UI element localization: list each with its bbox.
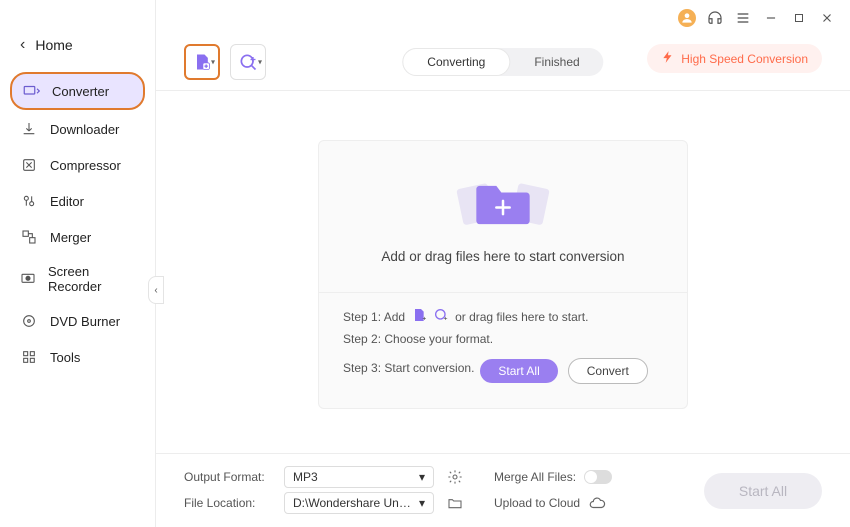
sidebar-item-tools[interactable]: Tools (10, 340, 145, 374)
sidebar: ‹ Home Converter Downloader Compressor E… (0, 0, 156, 527)
sidebar-item-screen-recorder[interactable]: Screen Recorder (10, 256, 145, 302)
toolbar-divider (156, 90, 850, 91)
settings-gear-icon[interactable] (446, 468, 464, 486)
sidebar-item-label: DVD Burner (50, 314, 120, 329)
dropzone-area[interactable]: Add or drag files here to start conversi… (319, 141, 687, 292)
caret-down-icon: ▾ (258, 58, 262, 67)
home-button[interactable]: ‹ Home (0, 28, 155, 72)
cloud-icon[interactable] (588, 494, 606, 512)
main-panel: ▾ ▾ Converting Finished High Speed Conve… (156, 0, 850, 527)
sidebar-item-converter[interactable]: Converter (10, 72, 145, 110)
downloader-icon (20, 120, 38, 138)
caret-down-icon: ▾ (419, 496, 425, 510)
svg-text:+: + (444, 315, 448, 322)
dropzone-message: Add or drag files here to start conversi… (339, 249, 667, 264)
caret-down-icon: ▾ (211, 58, 215, 67)
sidebar-item-editor[interactable]: Editor (10, 184, 145, 218)
sidebar-item-label: Compressor (50, 158, 121, 173)
open-folder-icon[interactable] (446, 494, 464, 512)
toolbar: ▾ ▾ Converting Finished High Speed Conve… (184, 40, 822, 84)
tools-icon (20, 348, 38, 366)
dvd-burner-icon (20, 312, 38, 330)
lightning-icon (661, 50, 675, 67)
high-speed-conversion-button[interactable]: High Speed Conversion (647, 44, 822, 73)
tab-finished[interactable]: Finished (510, 48, 603, 76)
step-1: Step 1: Add + + or drag files here to st… (343, 307, 663, 326)
add-url-button[interactable]: ▾ (230, 44, 266, 80)
dropzone-steps: Step 1: Add + + or drag files here to st… (319, 292, 687, 408)
converter-icon (22, 82, 40, 100)
folder-plus-icon (453, 165, 553, 235)
home-label: Home (35, 37, 72, 53)
sidebar-item-label: Downloader (50, 122, 119, 137)
output-format-select[interactable]: MP3 ▾ (284, 466, 434, 488)
status-segmented: Converting Finished (402, 48, 603, 76)
add-url-mini-icon: + (433, 307, 449, 326)
dropzone[interactable]: Add or drag files here to start conversi… (318, 140, 688, 409)
nav-list: Converter Downloader Compressor Editor M… (0, 72, 155, 374)
merge-all-label: Merge All Files: (494, 470, 576, 484)
merger-icon (20, 228, 38, 246)
svg-text:+: + (422, 315, 426, 322)
step-3: Step 3: Start conversion. Start All Conv… (343, 352, 663, 384)
chevron-left-icon: ‹ (20, 36, 25, 54)
compressor-icon (20, 156, 38, 174)
sidebar-item-dvd-burner[interactable]: DVD Burner (10, 304, 145, 338)
sidebar-item-label: Merger (50, 230, 91, 245)
sidebar-item-label: Editor (50, 194, 84, 209)
file-location-label: File Location: (184, 496, 272, 510)
tab-converting[interactable]: Converting (402, 48, 510, 76)
screen-recorder-icon (20, 270, 36, 288)
convert-button[interactable]: Convert (568, 358, 648, 384)
sidebar-item-compressor[interactable]: Compressor (10, 148, 145, 182)
file-location-select[interactable]: D:\Wondershare UniConverter 1 ▾ (284, 492, 434, 514)
sidebar-collapse-handle[interactable]: ‹ (148, 276, 164, 304)
merge-all-toggle[interactable] (584, 470, 612, 484)
high-speed-label: High Speed Conversion (681, 52, 808, 66)
sidebar-item-downloader[interactable]: Downloader (10, 112, 145, 146)
start-all-main-button[interactable]: Start All (704, 473, 822, 509)
add-file-button[interactable]: ▾ (184, 44, 220, 80)
start-all-button[interactable]: Start All (480, 359, 557, 383)
output-format-label: Output Format: (184, 470, 272, 484)
sidebar-item-label: Converter (52, 84, 109, 99)
bottom-bar: Output Format: MP3 ▾ Merge All Files: Fi… (156, 453, 850, 527)
caret-down-icon: ▾ (419, 470, 425, 484)
editor-icon (20, 192, 38, 210)
step-2: Step 2: Choose your format. (343, 332, 663, 346)
sidebar-item-label: Tools (50, 350, 80, 365)
upload-cloud-label: Upload to Cloud (494, 496, 580, 510)
sidebar-item-label: Screen Recorder (48, 264, 135, 294)
add-file-mini-icon: + (411, 307, 427, 326)
sidebar-item-merger[interactable]: Merger (10, 220, 145, 254)
